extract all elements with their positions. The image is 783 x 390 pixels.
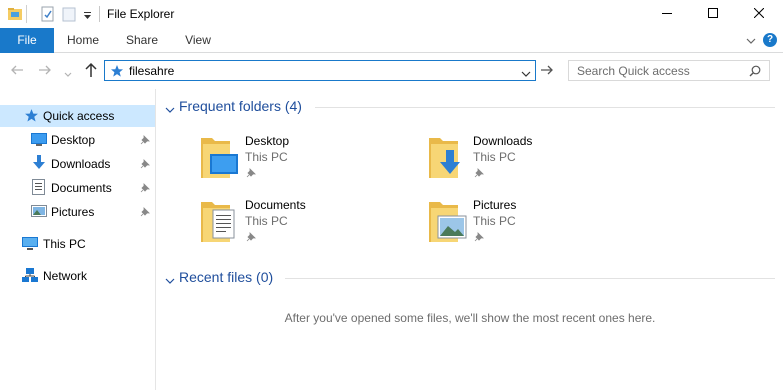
- title-separator: [99, 6, 100, 22]
- properties-icon[interactable]: [40, 6, 56, 25]
- pictures-folder-icon: [428, 196, 468, 247]
- maximize-icon: [708, 7, 718, 21]
- recent-locations-icon[interactable]: [64, 67, 72, 81]
- search-icon[interactable]: [749, 65, 761, 80]
- sidebar-item-downloads[interactable]: Downloads: [0, 153, 155, 175]
- group-title: Recent files (0): [179, 269, 274, 285]
- address-dropdown-icon[interactable]: [521, 67, 531, 81]
- pin-icon: [246, 231, 256, 245]
- folder-location: This PC: [473, 214, 516, 228]
- pin-icon: [140, 182, 150, 196]
- close-button[interactable]: [736, 0, 782, 28]
- sidebar-item-this-pc[interactable]: This PC: [0, 233, 155, 255]
- go-arrow-icon[interactable]: [540, 64, 554, 79]
- title-bar: File Explorer: [0, 0, 783, 28]
- qat-separator: [26, 5, 27, 23]
- search-box[interactable]: Search Quick access: [568, 60, 770, 81]
- folder-tile-downloads[interactable]: Downloads This PC: [428, 132, 628, 190]
- this-pc-icon: [22, 237, 38, 254]
- search-input[interactable]: Search Quick access: [577, 64, 690, 78]
- folder-tile-pictures[interactable]: Pictures This PC: [428, 196, 628, 254]
- chevron-down-icon: [165, 103, 175, 117]
- sidebar-item-label: Documents: [51, 181, 112, 195]
- documents-icon: [32, 179, 46, 198]
- folder-location: This PC: [245, 150, 288, 164]
- desktop-icon: [31, 133, 47, 149]
- downloads-folder-icon: [428, 132, 468, 183]
- folder-name: Documents: [245, 198, 306, 212]
- folder-name: Pictures: [473, 198, 517, 212]
- close-icon: [753, 7, 765, 21]
- tab-home[interactable]: Home: [60, 28, 106, 53]
- sidebar-item-label: Network: [43, 269, 88, 283]
- tab-file[interactable]: File: [0, 28, 54, 53]
- tab-view[interactable]: View: [176, 28, 220, 53]
- sidebar-item-documents[interactable]: Documents: [0, 177, 155, 199]
- folder-name: Desktop: [245, 134, 290, 148]
- content-area: Frequent folders (4) Desktop This PC Dow…: [157, 89, 783, 390]
- address-input[interactable]: filesahre: [129, 64, 174, 78]
- folder-tile-documents[interactable]: Documents This PC: [200, 196, 400, 254]
- sidebar-item-label: Pictures: [51, 205, 95, 219]
- back-icon[interactable]: [10, 63, 24, 80]
- pin-icon: [140, 158, 150, 172]
- pin-icon: [140, 134, 150, 148]
- documents-folder-icon: [200, 196, 240, 247]
- window-title: File Explorer: [107, 7, 175, 21]
- folder-location: This PC: [473, 150, 516, 164]
- forward-icon[interactable]: [38, 63, 52, 80]
- downloads-icon: [31, 155, 47, 174]
- sidebar-item-desktop[interactable]: Desktop: [0, 129, 155, 151]
- quick-access-star-icon: [110, 64, 124, 81]
- navigation-pane: Quick access Desktop Downloads Documents: [0, 89, 156, 390]
- address-bar[interactable]: filesahre: [104, 60, 536, 81]
- folder-tile-desktop[interactable]: Desktop This PC: [200, 132, 400, 190]
- pin-icon: [140, 206, 150, 220]
- expand-ribbon-icon[interactable]: [746, 34, 756, 48]
- folder-app-icon[interactable]: [7, 6, 23, 25]
- up-icon[interactable]: [84, 62, 98, 81]
- sidebar-item-label: Quick access: [43, 109, 115, 123]
- sidebar-item-pictures[interactable]: Pictures: [0, 201, 155, 223]
- sidebar-item-label: Desktop: [51, 133, 96, 147]
- sidebar-item-label: Downloads: [51, 157, 111, 171]
- ribbon-tabs: File Home Share View ?: [0, 28, 783, 53]
- sidebar-item-quick-access[interactable]: Quick access: [0, 105, 155, 127]
- recent-files-empty-message: After you've opened some files, we'll sh…: [284, 311, 656, 325]
- sidebar-item-network[interactable]: Network: [0, 265, 155, 287]
- pin-icon: [246, 167, 256, 181]
- customize-dropdown-icon[interactable]: [83, 9, 92, 23]
- network-icon: [22, 268, 38, 287]
- folder-location: This PC: [245, 214, 288, 228]
- pin-icon: [474, 167, 484, 181]
- group-divider: [285, 278, 775, 279]
- pictures-icon: [31, 205, 47, 220]
- group-title: Frequent folders (4): [179, 98, 302, 114]
- minimize-icon: [662, 7, 672, 21]
- folder-name: Downloads: [473, 134, 533, 148]
- tab-share[interactable]: Share: [118, 28, 166, 53]
- quick-access-star-icon: [24, 108, 39, 126]
- desktop-folder-icon: [200, 132, 240, 183]
- help-button[interactable]: ?: [763, 33, 777, 47]
- maximize-button[interactable]: [690, 0, 736, 28]
- chevron-down-icon: [165, 274, 175, 288]
- minimize-button[interactable]: [644, 0, 690, 28]
- group-divider: [315, 107, 775, 108]
- sidebar-item-label: This PC: [43, 237, 86, 251]
- pin-icon: [474, 231, 484, 245]
- new-folder-icon[interactable]: [62, 6, 78, 25]
